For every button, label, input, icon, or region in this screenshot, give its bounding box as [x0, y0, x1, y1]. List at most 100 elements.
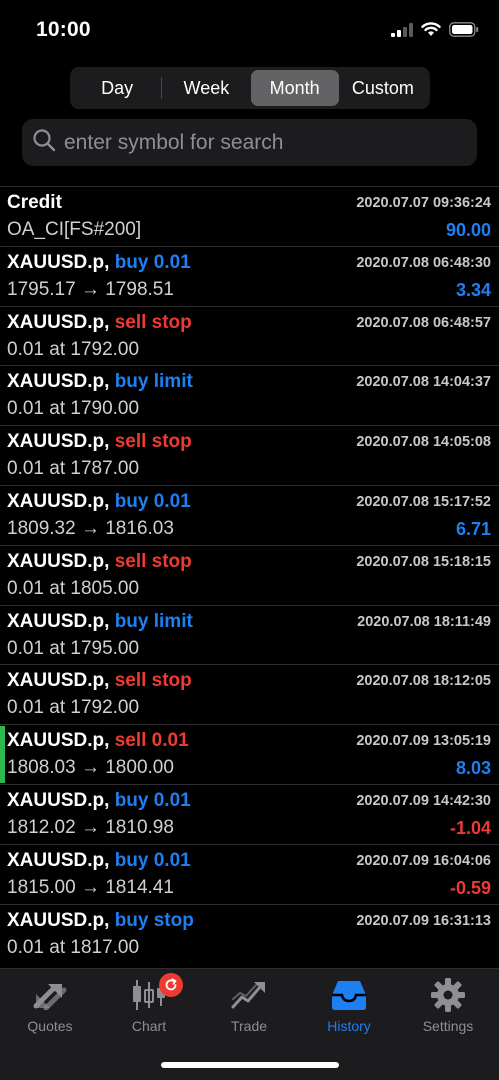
- history-title: XAUUSD.p, sell stop: [7, 431, 192, 453]
- inbox-tray-icon: [329, 977, 369, 1013]
- history-detail: 1815.00 → 1814.41: [7, 876, 174, 898]
- history-symbol: XAUUSD.p,: [7, 311, 110, 333]
- tab-trade[interactable]: Trade: [199, 977, 299, 1041]
- history-action: sell 0.01: [114, 730, 189, 752]
- history-row[interactable]: XAUUSD.p, buy limit 2020.07.08 18:11:49 0.…: [0, 604, 499, 665]
- refresh-icon: [159, 973, 183, 997]
- history-row[interactable]: XAUUSD.p, sell stop 2020.07.08 15:18:15 0.…: [0, 544, 499, 605]
- gear-icon: [428, 977, 468, 1013]
- history-symbol: XAUUSD.p,: [7, 371, 110, 393]
- history-symbol: XAUUSD.p,: [7, 431, 110, 453]
- tab-label-history: History: [327, 1018, 371, 1034]
- history-detail: 0.01 at 1792.00: [7, 338, 140, 360]
- history-profit: 8.03: [455, 758, 491, 779]
- history-row[interactable]: XAUUSD.p, buy 0.01 2020.07.09 14:42:30 181…: [0, 783, 499, 844]
- history-action: sell stop: [114, 431, 192, 453]
- tab-label-quotes: Quotes: [27, 1018, 73, 1034]
- tab-quotes[interactable]: Quotes: [0, 977, 100, 1041]
- history-timestamp: 2020.07.08 15:17:52: [356, 493, 491, 510]
- history-timestamp: 2020.07.08 14:04:37: [356, 374, 491, 391]
- tab-settings[interactable]: Settings: [398, 977, 498, 1041]
- history-symbol: XAUUSD.p,: [7, 849, 110, 871]
- history-detail: 0.01 at 1795.00: [7, 637, 140, 659]
- tab-chart[interactable]: Chart: [99, 973, 199, 1041]
- history-title: XAUUSD.p, sell stop: [7, 670, 192, 692]
- history-profit: 90.00: [445, 220, 491, 240]
- history-title: XAUUSD.p, buy 0.01: [7, 252, 191, 274]
- history-row[interactable]: XAUUSD.p, sell stop 2020.07.08 06:48:57 0.…: [0, 305, 499, 366]
- history-title: XAUUSD.p, buy 0.01: [7, 491, 191, 513]
- history-title: XAUUSD.p, buy limit: [7, 371, 193, 393]
- status-icons: [391, 22, 479, 42]
- history-detail: 0.01 at 1792.00: [7, 697, 140, 719]
- history-list: Credit 2020.07.07 09:36:24 OA_CI[FS#200] 90…: [0, 186, 499, 963]
- tab-history[interactable]: History: [299, 977, 399, 1041]
- history-symbol: XAUUSD.p,: [7, 610, 110, 632]
- history-title: XAUUSD.p, sell stop: [7, 551, 192, 573]
- history-timestamp: 2020.07.09 16:31:13: [356, 912, 491, 929]
- history-row[interactable]: Credit 2020.07.07 09:36:24 OA_CI[FS#200] 90…: [0, 186, 499, 246]
- history-row[interactable]: XAUUSD.p, buy 0.01 2020.07.08 15:17:52 180…: [0, 484, 499, 545]
- tab-label-chart: Chart: [131, 1018, 167, 1034]
- history-timestamp: 2020.07.09 14:42:30: [356, 792, 491, 809]
- history-action: buy 0.01: [114, 789, 191, 811]
- wifi-icon: [421, 22, 441, 42]
- history-title: Credit: [7, 192, 62, 214]
- battery-icon: [449, 22, 479, 42]
- tab-month[interactable]: Month: [250, 70, 339, 106]
- history-row[interactable]: XAUUSD.p, buy limit 2020.07.08 14:04:37 0.…: [0, 365, 499, 425]
- history-title: XAUUSD.p, buy 0.01: [7, 850, 191, 872]
- trade-trend-icon: [229, 977, 269, 1013]
- history-action: buy 0.01: [114, 849, 191, 871]
- history-action: sell stop: [114, 670, 192, 692]
- candlestick-chart-icon: [129, 973, 183, 1013]
- history-symbol: XAUUSD.p,: [7, 730, 110, 752]
- history-row[interactable]: XAUUSD.p, buy stop 2020.07.09 16:31:13 0.0…: [0, 903, 499, 964]
- history-row[interactable]: XAUUSD.p, sell stop 2020.07.08 18:12:05 0.…: [0, 664, 499, 724]
- history-timestamp: 2020.07.08 06:48:57: [356, 314, 491, 331]
- search-bar: [22, 119, 477, 166]
- history-title: XAUUSD.p, buy stop: [7, 910, 194, 932]
- history-timestamp: 2020.07.09 16:04:06: [356, 852, 491, 869]
- history-detail: 0.01 at 1817.00: [7, 936, 140, 958]
- period-segmented-control: Day Week Month Custom: [70, 67, 430, 109]
- history-profit: -0.59: [449, 877, 491, 898]
- history-title: XAUUSD.p, buy 0.01: [7, 790, 191, 812]
- history-detail: 1812.02 → 1810.98: [7, 816, 174, 838]
- history-timestamp: 2020.07.09 13:05:19: [356, 733, 491, 750]
- history-action: buy stop: [114, 909, 194, 931]
- history-row[interactable]: XAUUSD.p, buy 0.01 2020.07.08 06:48:30 179…: [0, 245, 499, 306]
- history-row[interactable]: XAUUSD.p, buy 0.01 2020.07.09 16:04:06 181…: [0, 843, 499, 904]
- search-input[interactable]: [64, 130, 454, 155]
- history-detail: 1809.32 → 1816.03: [7, 517, 174, 539]
- history-action: buy 0.01: [114, 490, 191, 512]
- tab-label-settings: Settings: [422, 1018, 474, 1034]
- history-detail: 0.01 at 1787.00: [7, 458, 140, 480]
- status-time: 10:00: [36, 18, 91, 41]
- status-bar: 10:00: [0, 0, 499, 60]
- history-detail: OA_CI[FS#200]: [7, 219, 142, 240]
- history-symbol: XAUUSD.p,: [7, 789, 110, 811]
- history-action: sell stop: [114, 550, 192, 572]
- history-title: XAUUSD.p, sell stop: [7, 312, 192, 334]
- history-row[interactable]: XAUUSD.p, sell 0.01 2020.07.09 13:05:19 18…: [0, 724, 499, 784]
- history-action: buy limit: [114, 610, 193, 632]
- home-indicator[interactable]: [161, 1062, 339, 1068]
- tab-week[interactable]: Week: [162, 70, 250, 106]
- history-symbol: XAUUSD.p,: [7, 550, 110, 572]
- history-symbol: XAUUSD.p,: [7, 670, 110, 692]
- history-symbol: XAUUSD.p,: [7, 909, 110, 931]
- quotes-arrows-icon: [30, 977, 70, 1013]
- history-symbol: Credit: [7, 192, 62, 213]
- history-row[interactable]: XAUUSD.p, sell stop 2020.07.08 14:05:08 0.…: [0, 425, 499, 485]
- history-timestamp: 2020.07.08 18:11:49: [357, 613, 491, 630]
- tab-custom[interactable]: Custom: [339, 70, 427, 106]
- history-detail: 0.01 at 1790.00: [7, 398, 140, 420]
- history-action: buy 0.01: [114, 251, 191, 273]
- tab-label-trade: Trade: [230, 1018, 268, 1034]
- cellular-signal-icon: [391, 22, 413, 42]
- search-icon: [32, 128, 56, 157]
- history-title: XAUUSD.p, buy limit: [7, 611, 193, 633]
- history-timestamp: 2020.07.08 14:05:08: [356, 434, 491, 451]
- tab-day[interactable]: Day: [73, 70, 161, 106]
